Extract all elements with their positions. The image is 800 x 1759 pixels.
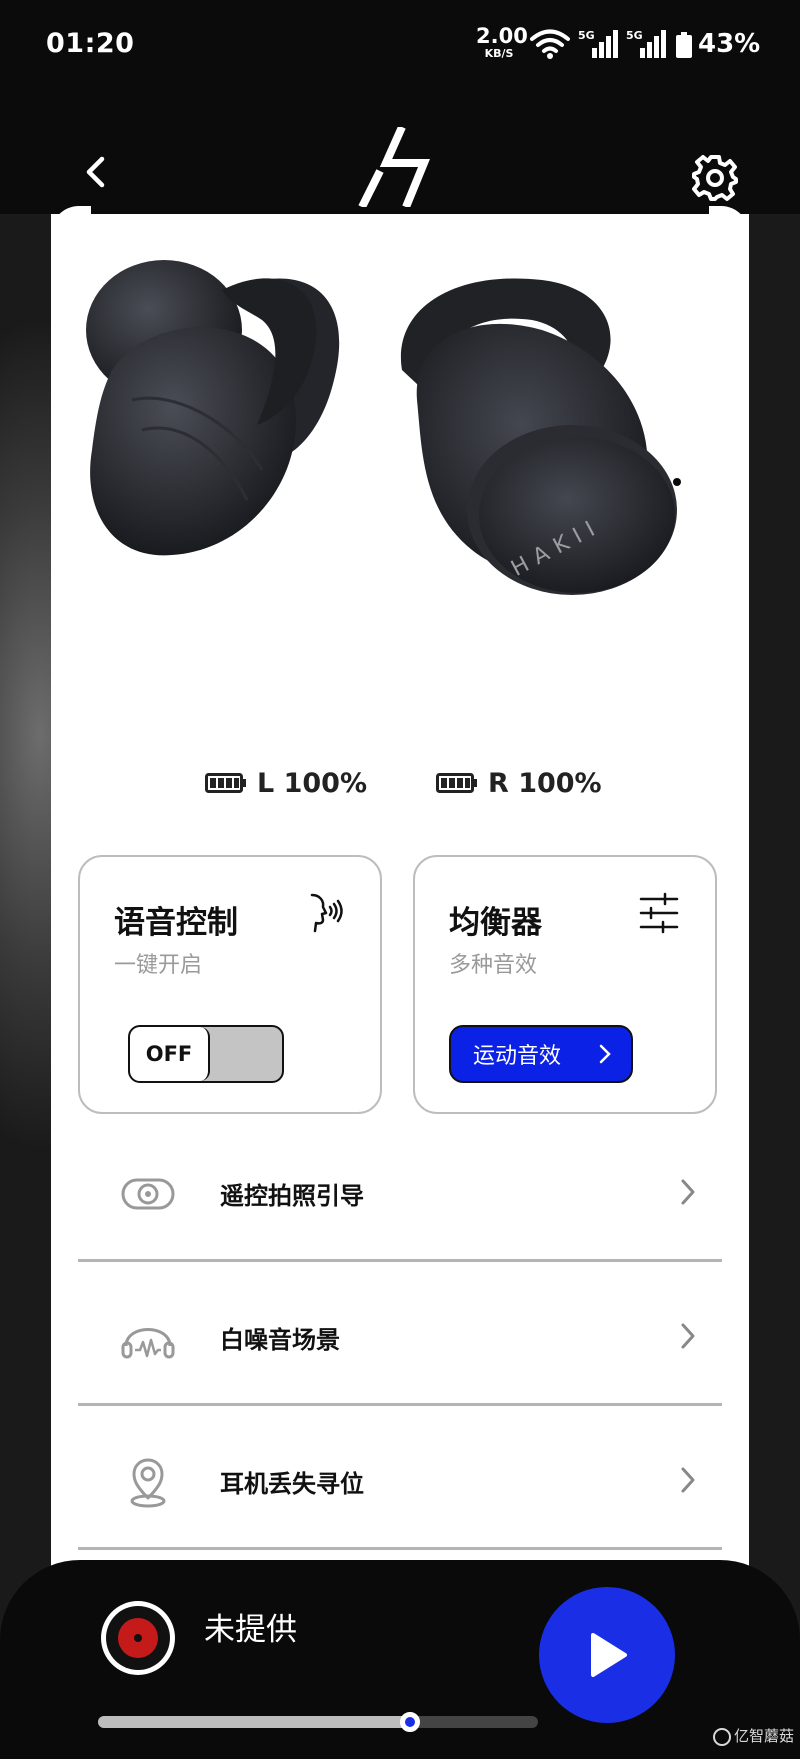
headphones-icon	[121, 1328, 175, 1359]
status-time: 01:20	[46, 28, 135, 59]
chevron-right-icon	[681, 1179, 695, 1205]
equalizer-card[interactable]: 均衡器 多种音效 运动音效	[413, 855, 717, 1114]
play-button[interactable]	[539, 1587, 675, 1723]
play-icon	[591, 1633, 627, 1677]
wifi-icon	[530, 29, 570, 59]
menu-divider	[78, 1259, 722, 1262]
chevron-right-icon	[681, 1467, 695, 1493]
left-earbud-battery: L 100%	[205, 763, 367, 803]
watermark-text: 亿智蘑菇	[734, 1727, 795, 1745]
toggle-state-label: OFF	[130, 1027, 210, 1081]
voice-control-toggle[interactable]: OFF	[128, 1025, 284, 1083]
equalizer-title: 均衡器	[449, 905, 542, 941]
voice-control-card: 语音控制 一键开启 OFF	[78, 855, 382, 1114]
signal-2-label: 5G	[626, 29, 643, 42]
chevron-right-icon	[599, 1044, 611, 1064]
voice-control-title: 语音控制	[114, 905, 238, 941]
menu-item-label: 白噪音场景	[220, 1326, 340, 1354]
album-disc-icon[interactable]	[99, 1599, 177, 1677]
cellular-signal-1-icon: 5G	[578, 28, 620, 64]
app-header	[0, 95, 800, 214]
menu-item-remote-photo[interactable]: 遥控拍照引导	[78, 1120, 722, 1263]
progress-fill	[98, 1716, 411, 1728]
settings-gear-icon[interactable]	[690, 153, 740, 203]
watermark-logo-icon	[713, 1727, 731, 1746]
track-title: 未提供	[204, 1612, 297, 1648]
back-button[interactable]	[80, 155, 114, 189]
menu-item-find-earbuds[interactable]: 耳机丢失寻位	[78, 1408, 722, 1551]
equalizer-preset-label: 运动音效	[473, 1044, 562, 1069]
equalizer-subtitle: 多种音效	[449, 953, 538, 978]
battery-percent: 43%	[698, 29, 761, 59]
menu-divider	[78, 1403, 722, 1406]
network-speed-value: 2.00	[476, 24, 528, 48]
network-speed: 2.00 KB/S	[476, 24, 528, 60]
playback-progress-bar[interactable]	[98, 1712, 538, 1732]
network-speed-unit: KB/S	[484, 47, 514, 60]
menu-item-label: 耳机丢失寻位	[220, 1470, 364, 1498]
right-earbud-battery: R 100%	[436, 763, 602, 803]
equalizer-sliders-icon	[639, 892, 679, 934]
status-bar: 01:20 2.00 KB/S 5G 5G 43%	[0, 0, 800, 95]
battery-full-icon	[205, 773, 246, 793]
voice-control-subtitle: 一键开启	[114, 953, 203, 978]
chevron-right-icon	[681, 1323, 695, 1349]
menu-item-label: 遥控拍照引导	[220, 1182, 364, 1210]
left-battery-label: L 100%	[257, 767, 368, 799]
voice-speaking-icon	[310, 893, 343, 933]
equalizer-preset-button[interactable]: 运动音效	[449, 1025, 633, 1083]
brand-logo	[358, 127, 430, 207]
location-pin-icon	[130, 1458, 166, 1508]
earbuds-image: HAKII	[86, 260, 681, 595]
cellular-signal-2-icon: 5G	[626, 28, 668, 64]
battery-icon	[676, 32, 692, 58]
right-battery-label: R 100%	[488, 767, 602, 799]
menu-item-white-noise[interactable]: 白噪音场景	[78, 1264, 722, 1407]
watermark: 亿智蘑菇	[713, 1725, 794, 1746]
battery-full-icon	[436, 773, 477, 793]
menu-divider	[78, 1547, 722, 1550]
signal-1-label: 5G	[578, 29, 595, 42]
camera-icon	[121, 1178, 175, 1210]
